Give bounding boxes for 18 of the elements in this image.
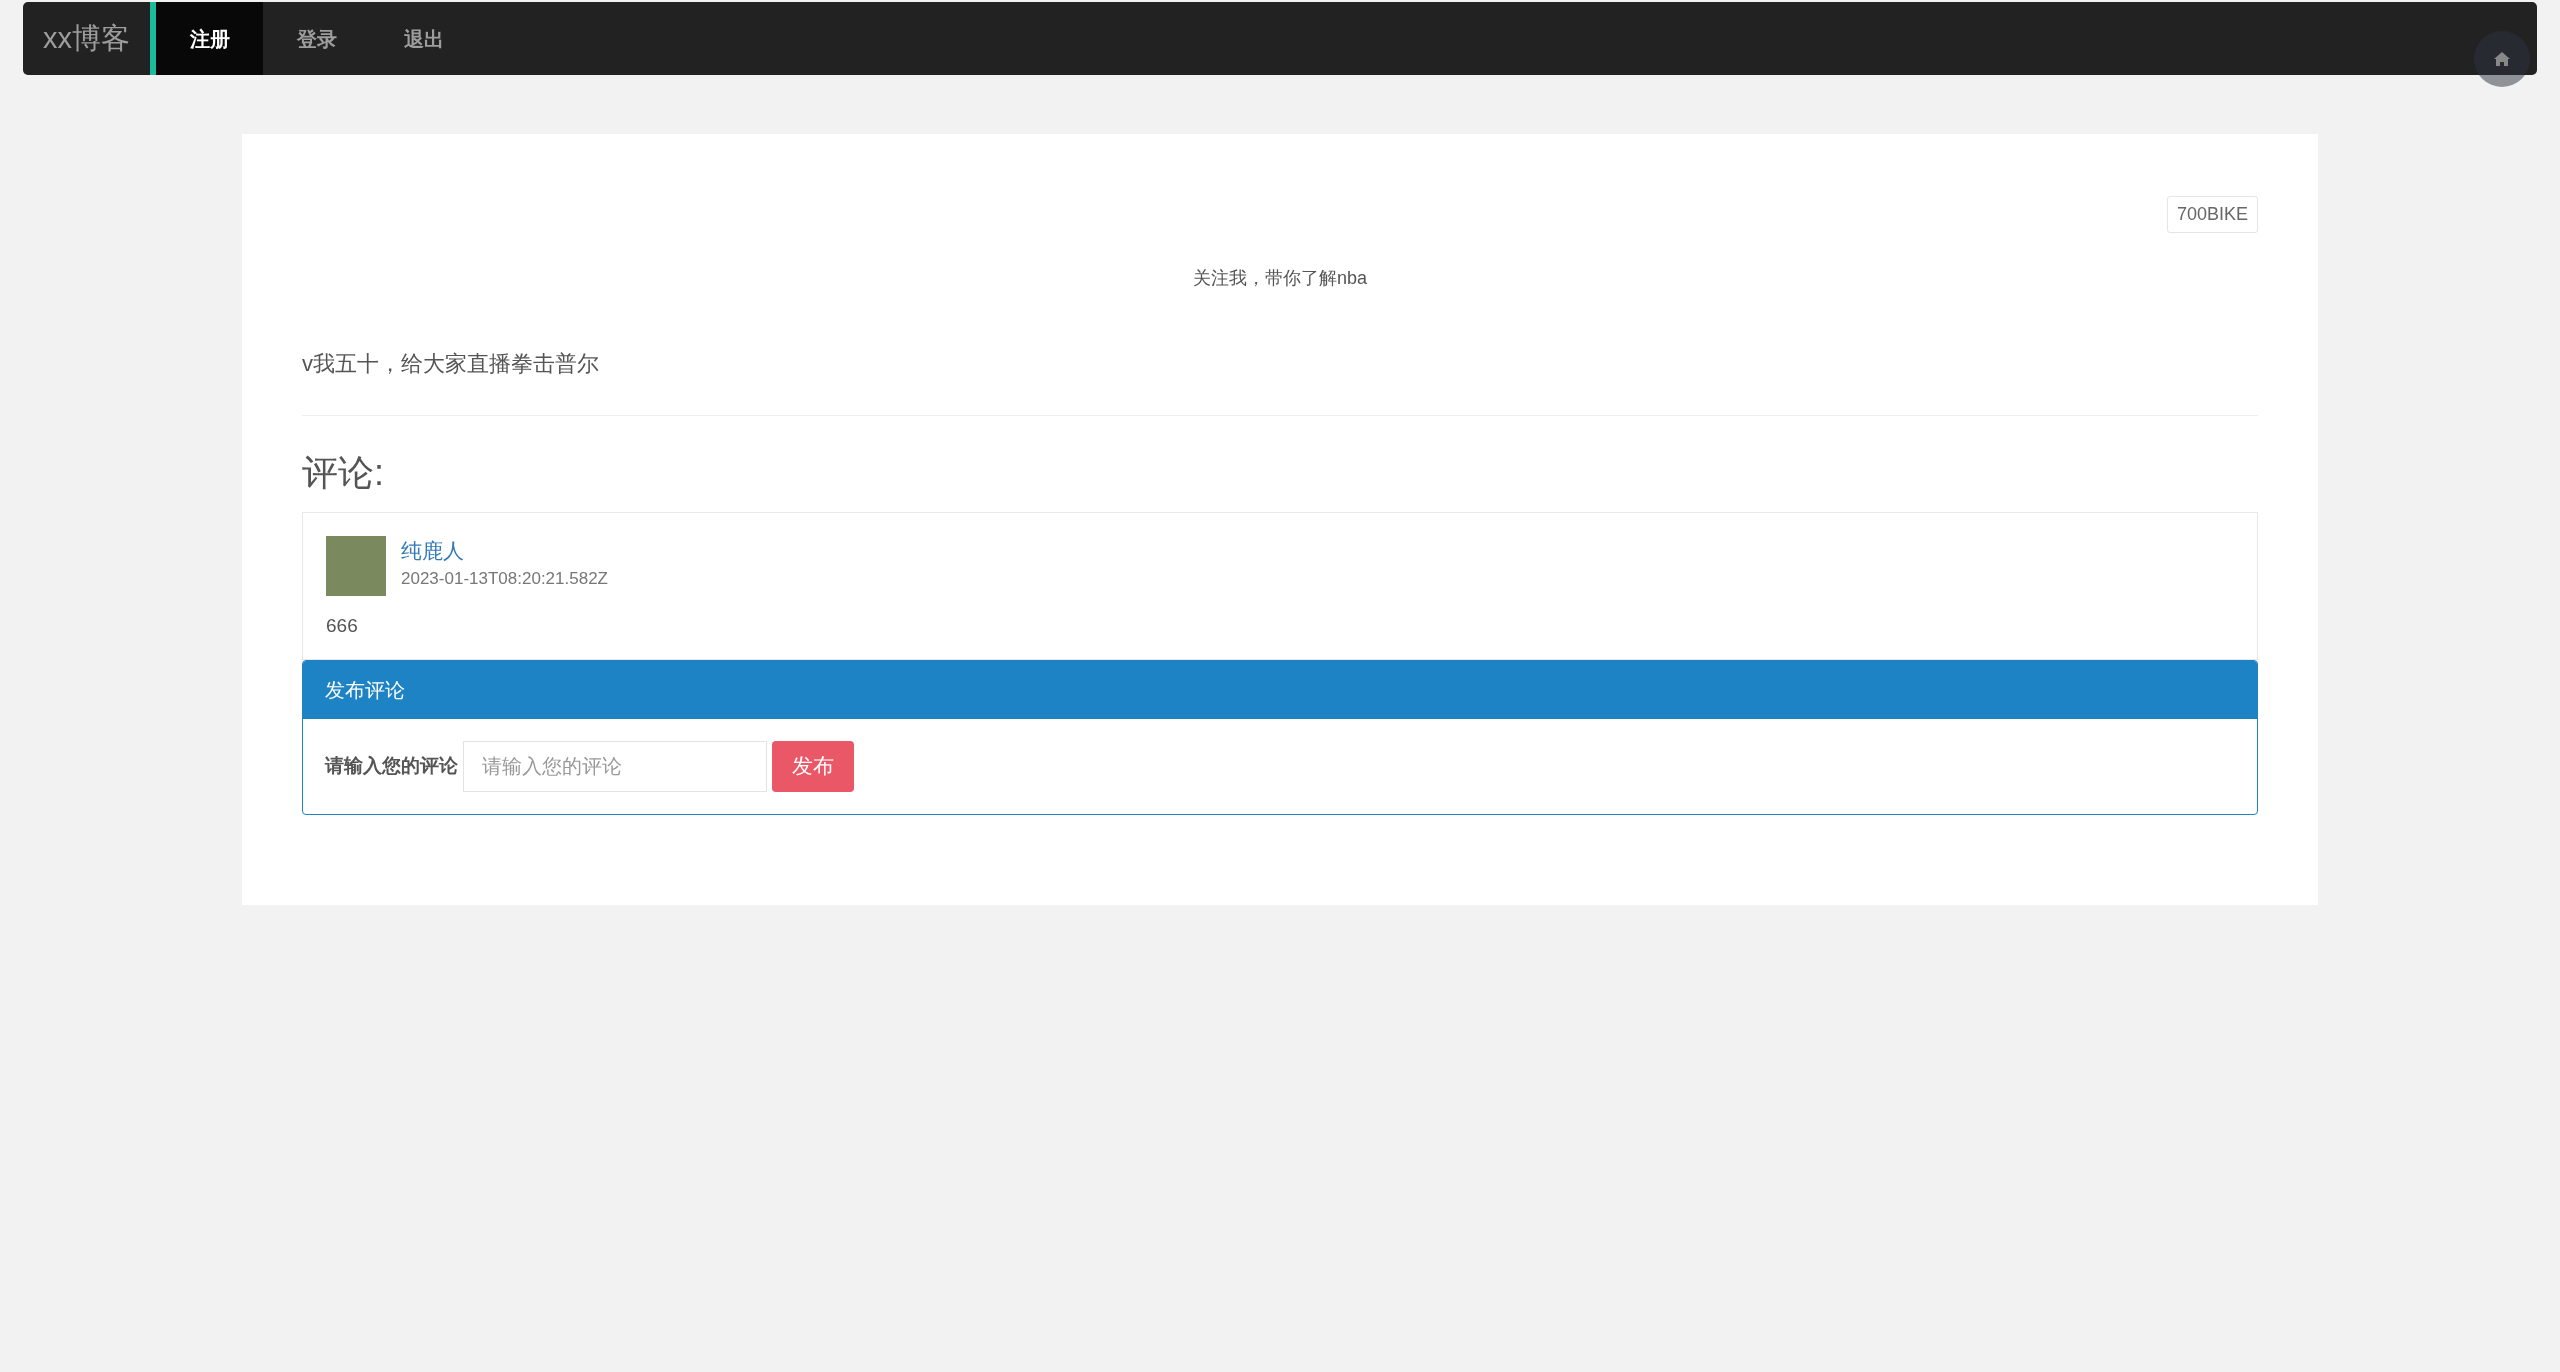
home-button[interactable] [2474,31,2530,87]
comment-text: 666 [326,615,358,636]
nav-tab[interactable]: 登录 [263,2,370,75]
tag-label: 700BIKE [2166,196,2258,233]
panel-title: 发布评论 [325,677,405,703]
home-icon [2493,51,2511,67]
site-logo[interactable]: xx博客 [23,2,150,75]
comment-time: 2023-01-13T08:20:21.582Z [401,568,608,590]
author-link[interactable]: 纯鹿人 [401,536,608,566]
nav-tab[interactable]: 注册 [156,2,263,75]
nav-tab[interactable]: 退出 [370,2,477,75]
avatar-photo-placeholder [326,536,386,596]
post-body: v我五十，给大家直播拳击普尔 [302,351,599,376]
comments-heading: 评论: [302,452,384,493]
field-label: 请输入您的评论 [325,753,458,778]
publish-button[interactable]: 发布 [772,740,854,792]
post-subtitle: 关注我，带你了解nba [1192,267,1367,290]
comment-input[interactable]: 请输入您的评论 [463,740,767,792]
